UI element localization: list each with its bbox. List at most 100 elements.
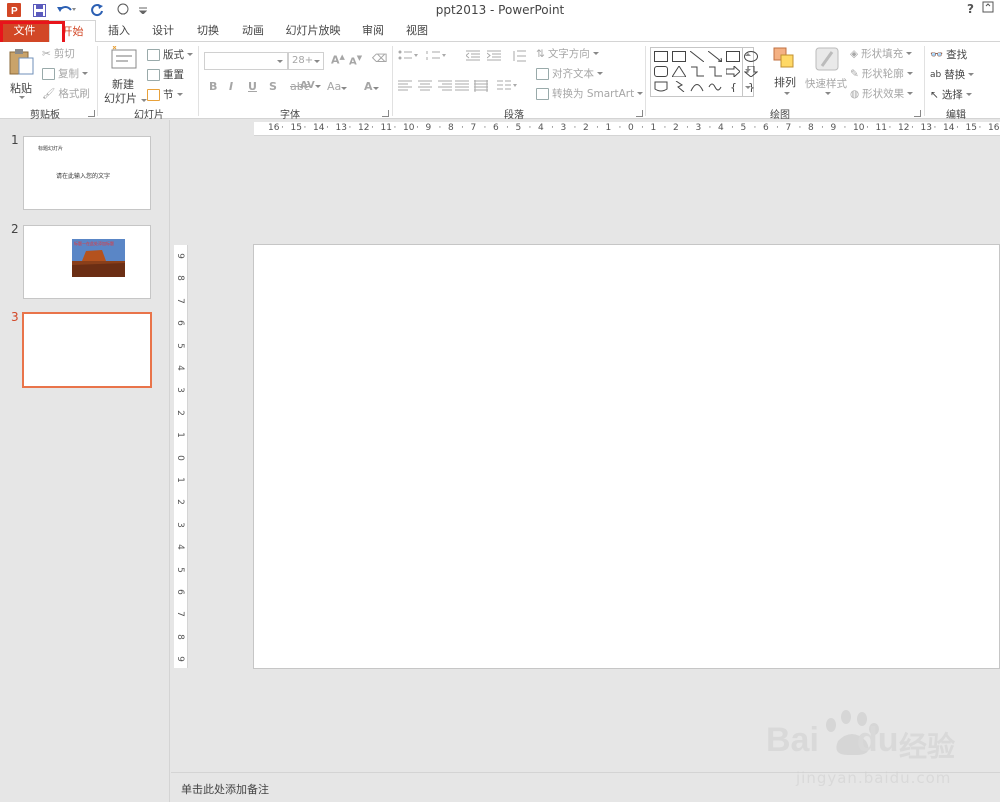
group-separator — [392, 46, 393, 116]
character-spacing-button[interactable]: AV — [300, 80, 321, 91]
rectangle-shape-icon[interactable] — [726, 51, 740, 62]
tab-slideshow[interactable]: 幻灯片放映 — [280, 20, 346, 42]
select-button[interactable]: ↖ 选择 — [930, 87, 972, 102]
change-case-button[interactable]: Aa — [327, 80, 348, 93]
ribbon-display-options-icon[interactable] — [982, 1, 994, 16]
tab-view[interactable]: 视图 — [396, 20, 438, 42]
rounded-rectangle-shape-icon[interactable] — [654, 66, 668, 77]
font-name-combo[interactable] — [204, 52, 288, 70]
elbow-arrow-shape-icon[interactable] — [708, 66, 722, 77]
ruler-tick-label: 5 — [740, 123, 747, 133]
bullets-button[interactable] — [398, 50, 420, 65]
elbow-connector-shape-icon[interactable] — [690, 66, 704, 77]
increase-font-button[interactable]: A▲ — [331, 53, 345, 67]
clear-formatting-icon[interactable]: ⌫ — [372, 52, 388, 65]
vertical-text-box-shape-icon[interactable] — [672, 51, 686, 62]
find-button[interactable]: 👓 查找 — [930, 47, 967, 62]
ruler-tick-mark: · — [348, 123, 352, 133]
arrange-button[interactable]: 排列 — [772, 46, 802, 95]
align-left-icon[interactable] — [398, 80, 412, 95]
align-text-button[interactable]: 对齐文本 — [536, 66, 603, 81]
numbering-button[interactable] — [426, 50, 448, 65]
ruler-tick-mark: · — [843, 123, 847, 133]
left-brace-shape-icon[interactable]: { — [726, 81, 740, 92]
clipboard-launcher-icon[interactable] — [88, 110, 95, 117]
font-launcher-icon[interactable] — [382, 110, 389, 117]
align-right-icon[interactable] — [438, 80, 452, 95]
italic-button[interactable]: I — [229, 80, 233, 93]
shape-outline-button[interactable]: ✎ 形状轮廓 — [850, 66, 913, 81]
justify-icon[interactable] — [455, 80, 469, 95]
text-box-shape-icon[interactable] — [654, 51, 668, 62]
ruler-tick-label: 0 — [628, 123, 634, 133]
increase-indent-icon[interactable] — [486, 50, 501, 65]
current-slide-canvas[interactable] — [253, 244, 1000, 669]
text-direction-button[interactable]: ⇅ 文字方向 — [536, 46, 599, 61]
flowchart-shape-icon[interactable] — [654, 81, 668, 92]
new-slide-button[interactable]: 新建 幻灯片 — [104, 45, 147, 105]
ruler-tick-mark: · — [303, 123, 307, 133]
ruler-tick-mark: · — [483, 123, 487, 133]
underline-button[interactable]: U — [248, 80, 257, 93]
notes-placeholder[interactable]: 单击此处添加备注 — [181, 781, 269, 797]
line-shape-icon[interactable] — [690, 51, 704, 62]
font-color-button[interactable]: A — [364, 80, 379, 93]
right-arrow-shape-icon[interactable] — [726, 66, 740, 77]
slide-thumbnail-1[interactable]: 标题幻灯片 请在此输入您的文字 — [23, 136, 151, 210]
shadow-text-button[interactable]: S — [269, 80, 277, 93]
ruler-tick-label: 1 — [174, 477, 185, 483]
ruler-tick-label: 12 — [358, 123, 370, 133]
quick-styles-button[interactable]: 快速样式 — [805, 46, 848, 95]
font-size-combo[interactable]: 28+ — [288, 52, 324, 70]
drawing-launcher-icon[interactable] — [914, 110, 921, 117]
slide-thumbnail-3-selected[interactable] — [22, 312, 152, 388]
arc-shape-icon[interactable] — [690, 81, 704, 92]
lightning-shape-icon[interactable] — [672, 81, 686, 92]
paste-dropdown-icon — [19, 96, 25, 99]
shapes-scroll-down-icon[interactable] — [745, 69, 751, 72]
shape-effects-button[interactable]: ◍ 形状效果 — [850, 86, 914, 101]
paragraph-launcher-icon[interactable] — [636, 110, 643, 117]
copy-button[interactable]: 复制 — [42, 66, 88, 81]
shapes-scroll-up-icon[interactable] — [745, 53, 751, 56]
shape-fill-button[interactable]: ◈ 形状填充 — [850, 46, 913, 61]
ruler-tick-label: 2 — [583, 123, 589, 133]
tab-animations[interactable]: 动画 — [232, 20, 274, 42]
thumbnail-title-text: 标题幻灯片 — [38, 146, 64, 152]
arrow-shape-icon[interactable] — [708, 51, 722, 62]
arrange-label: 排列 — [774, 76, 796, 89]
select-label: 选择 — [941, 89, 963, 101]
slide-thumbnail-2[interactable]: 标题一在此处添加标题 — [23, 225, 151, 299]
curve-shape-icon[interactable] — [708, 81, 722, 92]
shapes-more-icon[interactable] — [745, 86, 751, 89]
tab-review[interactable]: 审阅 — [352, 20, 394, 42]
columns-button[interactable] — [497, 80, 519, 95]
line-spacing-icon[interactable] — [512, 50, 530, 65]
section-button[interactable]: 节 — [147, 87, 183, 102]
tab-insert[interactable]: 插入 — [98, 20, 140, 42]
quick-styles-dropdown-icon — [825, 92, 831, 95]
tab-design[interactable]: 设计 — [142, 20, 184, 42]
paste-button[interactable]: 粘贴 — [7, 48, 37, 99]
distributed-icon[interactable] — [474, 80, 488, 95]
replace-button[interactable]: ab 替换 — [930, 67, 975, 82]
format-painter-button[interactable]: 🖌 格式刷 — [42, 86, 90, 101]
triangle-shape-icon[interactable] — [672, 66, 686, 77]
shapes-scrollbar[interactable] — [742, 48, 753, 96]
bold-button[interactable]: B — [209, 80, 217, 93]
cut-button[interactable]: ✂ 剪切 — [42, 46, 75, 61]
convert-smartart-button[interactable]: 转换为 SmartArt — [536, 86, 644, 101]
decrease-font-button[interactable]: A▼ — [349, 54, 362, 67]
layout-dropdown-icon — [187, 53, 193, 56]
shapes-gallery[interactable]: { } — [650, 47, 758, 97]
reset-button[interactable]: 重置 — [147, 67, 184, 82]
tab-transitions[interactable]: 切换 — [187, 20, 229, 42]
layout-label: 版式 — [163, 49, 184, 61]
decrease-indent-icon[interactable] — [465, 50, 480, 65]
binoculars-icon: 👓 — [930, 49, 944, 61]
layout-button[interactable]: 版式 — [147, 47, 193, 62]
align-center-icon[interactable] — [418, 80, 432, 95]
ribbon-home: 粘贴 ✂ 剪切 复制 🖌 格式刷 剪贴板 新建 幻灯片 版式 重置 节 幻灯片 28… — [0, 42, 1000, 121]
help-button[interactable]: ? — [967, 2, 974, 16]
ruler-tick-label: 1 — [650, 123, 657, 133]
